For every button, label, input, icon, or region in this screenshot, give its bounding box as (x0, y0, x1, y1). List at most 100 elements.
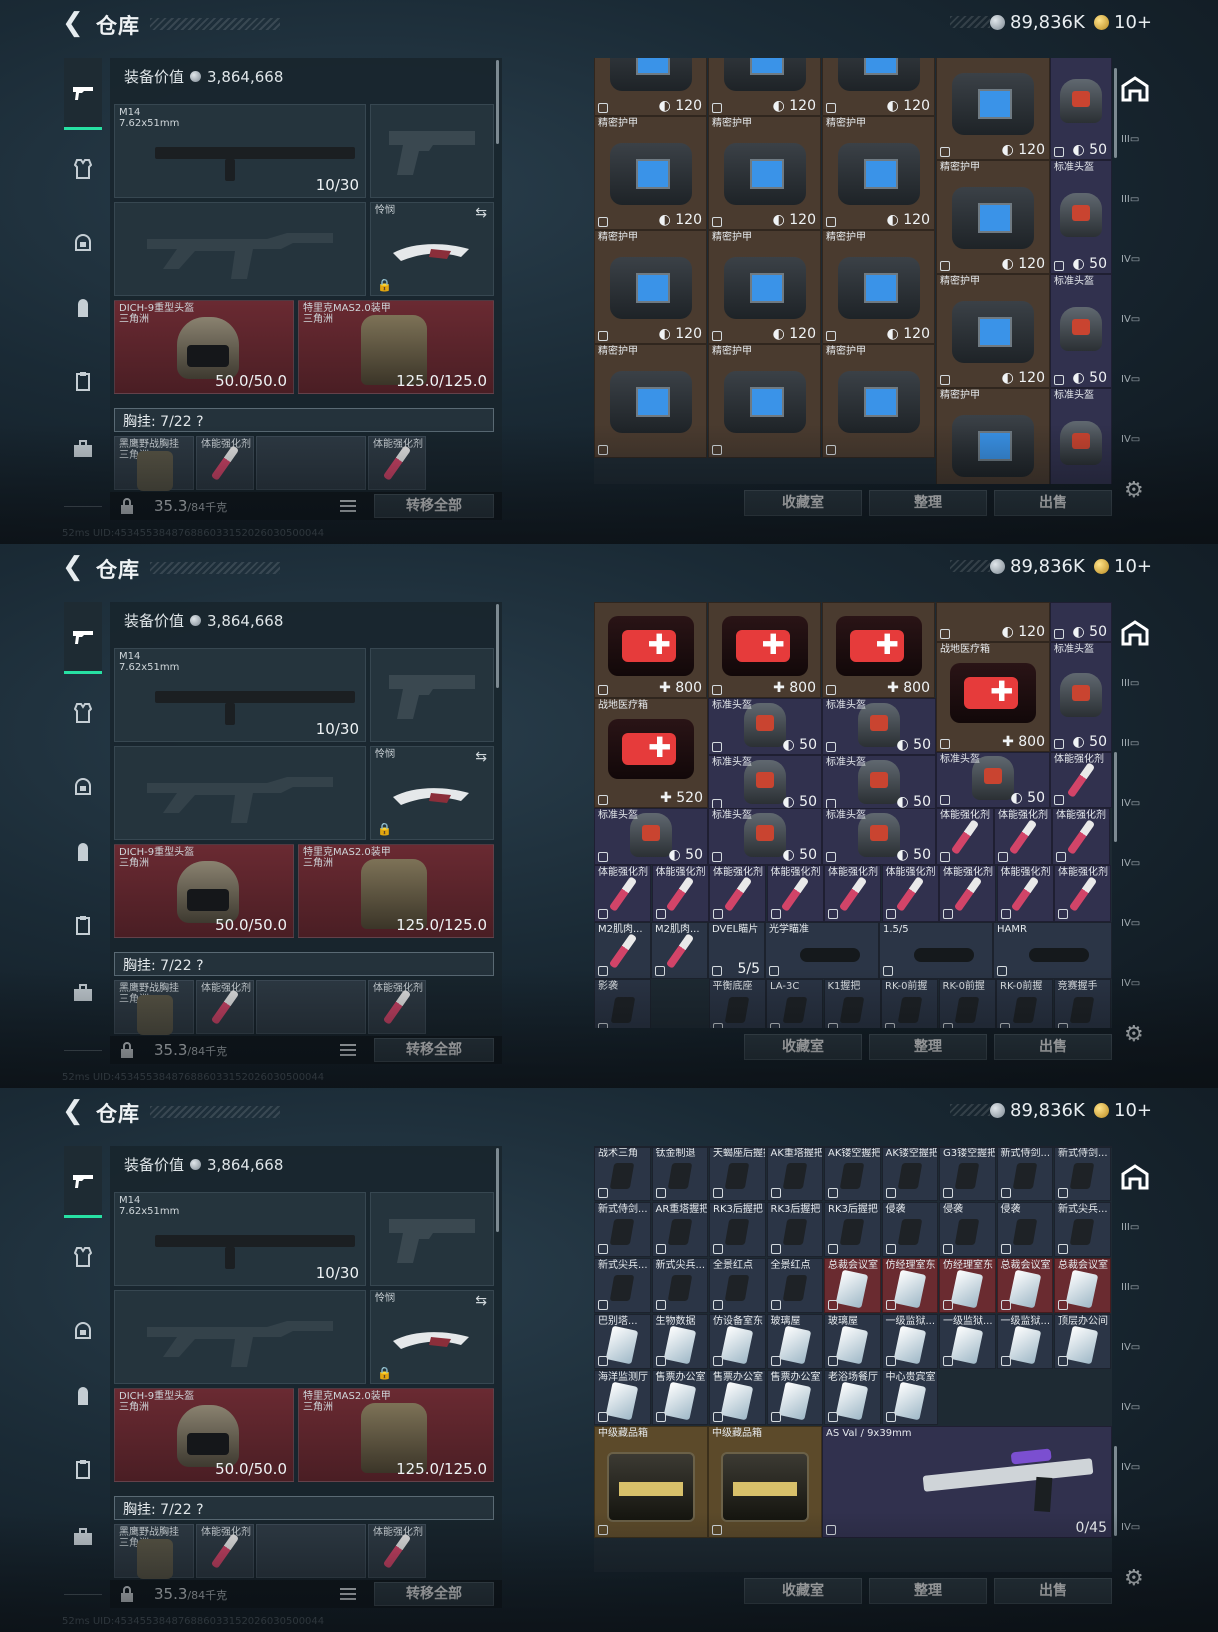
melee-slot[interactable]: 怜悯 ⇆ 🔒 (370, 1290, 494, 1384)
settings-gear-icon[interactable]: ⚙ (1124, 478, 1144, 503)
item-cell[interactable]: RK3后握把 (824, 1202, 881, 1257)
item-cell[interactable]: 全景红点 (766, 1258, 823, 1313)
crate-cell[interactable]: 中级藏品箱 (708, 1426, 822, 1538)
back-arrow-icon[interactable]: ❮ (62, 10, 86, 36)
item-cell[interactable]: 老浴场餐厅 (824, 1370, 881, 1425)
secondary-weapon-slot[interactable] (114, 1290, 366, 1384)
item-cell[interactable]: RK-0前握 (938, 979, 996, 1028)
helmet-cell[interactable]: 标准头盔 ◐ 50 (936, 752, 1050, 808)
item-cell[interactable]: 侵袭 (881, 1202, 938, 1257)
item-cell[interactable]: 海洋监测厅 (594, 1370, 651, 1425)
tab-weapon[interactable] (64, 602, 102, 674)
armor-cell[interactable]: 精密护甲 ◐ 120 (822, 230, 935, 344)
helmet-cell[interactable]: 标准头盔 ◐ 50 (594, 808, 708, 865)
secondary-weapon-slot[interactable] (114, 202, 366, 296)
item-cell[interactable]: RK3后握把 (766, 1202, 823, 1257)
melee-slot[interactable]: 怜悯 ⇆ 🔒 (370, 746, 494, 840)
item-cell[interactable]: 总裁会议室 (1054, 1258, 1111, 1313)
item-cell[interactable]: AK镂空握把 (881, 1146, 938, 1201)
armor-cell[interactable]: 精密护甲 (708, 344, 821, 458)
sort-button[interactable]: 整理 (869, 1578, 987, 1604)
transfer-all-button[interactable]: 转移全部 (374, 1582, 494, 1606)
armor-cell[interactable]: 精密护甲 ◐ 120 (708, 116, 821, 230)
stim-cell[interactable]: 体能强化剂 (996, 865, 1054, 922)
swap-icon[interactable]: ⇆ (475, 1293, 487, 1309)
page-tab-IV[interactable]: IV▭ (1121, 798, 1155, 824)
weapon-cell[interactable]: AS Val / 9x39mm 0/45 (822, 1426, 1112, 1538)
chest-item-slot[interactable]: 黑鹰野战胸挂 三角洲 (114, 436, 194, 491)
tab-helmet[interactable] (64, 1312, 102, 1350)
page-tab-III[interactable]: III▭ (1121, 1282, 1155, 1308)
armor-cell[interactable]: 精密护甲 ◐ 120 (936, 58, 1050, 160)
pistol-slot[interactable] (370, 104, 494, 198)
page-tab-IV[interactable]: IV▭ (1121, 1462, 1155, 1488)
item-cell[interactable]: 售票办公室 (651, 1370, 708, 1425)
item-cell[interactable]: 战术三角 (594, 1146, 651, 1201)
medkit-cell[interactable]: ✚ 800 (822, 602, 935, 698)
item-cell[interactable]: 侵袭 (939, 1202, 996, 1257)
item-cell[interactable]: 一级监狱... (881, 1314, 938, 1369)
helmet-cell[interactable]: 标准头盔 ◐ 50 (1050, 642, 1112, 752)
chest-item-slot[interactable]: 体能强化剂 (196, 980, 254, 1034)
help-icon[interactable]: ? (196, 1502, 203, 1518)
armor-cell[interactable]: ◐ 120 (708, 58, 821, 116)
sell-button[interactable]: 出售 (994, 1578, 1112, 1604)
primary-weapon-slot[interactable]: M14 7.62x51mm 10/30 (114, 104, 366, 198)
chest-item-slot[interactable]: 体能强化剂 (196, 1524, 254, 1578)
stim-cell[interactable]: 体能强化剂 (939, 865, 996, 922)
page-tab-III[interactable]: III▭ (1121, 194, 1155, 220)
item-cell[interactable]: 仿经理室东 (939, 1258, 996, 1313)
stim-cell[interactable]: 体能强化剂 (594, 865, 651, 922)
armor-cell[interactable]: 精密护甲 ◐ 120 (594, 116, 707, 230)
item-cell[interactable]: 新式尖兵... (1054, 1202, 1111, 1257)
lock-icon[interactable] (120, 1586, 136, 1602)
tab-armor[interactable] (64, 150, 102, 188)
page-tab-III[interactable]: III▭ (1121, 1222, 1155, 1248)
stim-cell[interactable]: 体能强化剂 (651, 865, 709, 922)
stim-cell[interactable]: 体能强化剂 (1050, 752, 1112, 808)
pistol-slot[interactable] (370, 648, 494, 742)
page-tab-IV[interactable]: IV▭ (1121, 1342, 1155, 1368)
tab-supplies[interactable] (64, 906, 102, 944)
vault-icon[interactable] (1121, 1164, 1153, 1192)
list-icon[interactable] (340, 498, 356, 512)
item-cell[interactable]: RK-0前握 (881, 979, 938, 1028)
stim-cell[interactable]: 体能强化剂 (994, 808, 1052, 865)
tab-armor[interactable] (64, 694, 102, 732)
item-cell[interactable]: DVEL瞄片 5/5 (708, 922, 765, 979)
chest-item-slot[interactable] (256, 436, 366, 490)
item-cell[interactable]: 一级监狱... (939, 1314, 996, 1369)
storage-scrollbar[interactable] (1114, 58, 1117, 484)
chest-item-slot[interactable]: 体能强化剂 (196, 436, 254, 490)
helmet-slot[interactable]: DICH-9重型头盔 三角洲 50.0/50.0 (114, 1388, 294, 1482)
item-cell[interactable]: 顶层办公间 (1054, 1314, 1111, 1369)
item-cell[interactable]: 新式侍剑... (1054, 1146, 1111, 1201)
item-cell[interactable]: 新式尖兵... (651, 1258, 708, 1313)
armor-cell[interactable]: 精密护甲 (822, 344, 935, 458)
item-cell[interactable]: AR重塔握把 (651, 1202, 708, 1257)
armor-slot[interactable]: 特里克MAS2.0装甲 三角洲 125.0/125.0 (298, 1388, 494, 1482)
chest-item-slot[interactable] (256, 1524, 366, 1578)
armor-cell[interactable]: ◐ 120 (594, 58, 707, 116)
tab-armor[interactable] (64, 1238, 102, 1276)
page-tab-IV[interactable]: IV▭ (1121, 1522, 1155, 1548)
swap-icon[interactable]: ⇆ (475, 749, 487, 765)
help-icon[interactable]: ? (196, 958, 203, 974)
settings-gear-icon[interactable]: ⚙ (1124, 1022, 1144, 1047)
stim-cell[interactable]: 体能强化剂 (1054, 865, 1111, 922)
helmet-cell[interactable]: 标准头盔 ◐ 50 (822, 698, 936, 755)
swap-icon[interactable]: ⇆ (475, 205, 487, 221)
armor-slot[interactable]: 特里克MAS2.0装甲 三角洲 125.0/125.0 (298, 300, 494, 394)
item-cell[interactable]: 新式侍剑... (996, 1146, 1053, 1201)
sort-button[interactable]: 整理 (869, 1034, 987, 1060)
tab-supplies[interactable] (64, 1450, 102, 1488)
crate-cell[interactable]: 中级藏品箱 (594, 1426, 708, 1538)
item-cell[interactable]: 玻璃屋 (766, 1314, 823, 1369)
medkit-cell[interactable]: 战地医疗箱 ✚ 520 (594, 698, 708, 808)
item-cell[interactable]: 生物数据 (651, 1314, 708, 1369)
item-cell[interactable]: 玻璃屋 (824, 1314, 881, 1369)
page-tab-III[interactable]: III▭ (1121, 738, 1155, 764)
collection-room-button[interactable]: 收藏室 (744, 1578, 862, 1604)
tab-backpack[interactable] (64, 834, 102, 872)
item-cell[interactable]: 新式侍剑... (594, 1202, 651, 1257)
